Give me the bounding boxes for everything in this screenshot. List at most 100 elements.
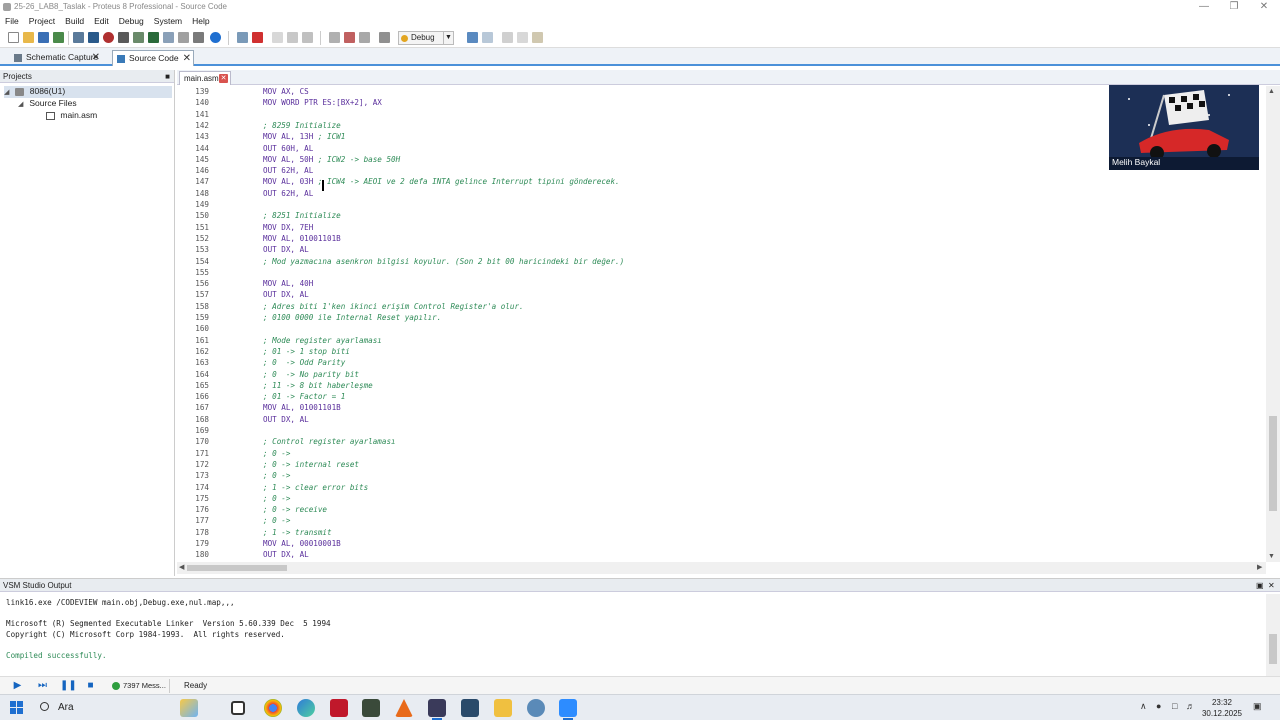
close-editor-tab-icon[interactable]: ✕: [219, 74, 228, 83]
menu-edit[interactable]: Edit: [89, 15, 114, 28]
tree-item-source-files[interactable]: ◢ Source Files: [18, 98, 77, 110]
build-config-select[interactable]: Debug ▼: [398, 31, 454, 45]
rebuild-icon[interactable]: [344, 32, 355, 43]
taskbar-search[interactable]: Ara: [38, 700, 178, 716]
menu-file[interactable]: File: [0, 15, 24, 28]
home-icon[interactable]: [73, 32, 84, 43]
menu-project[interactable]: Project: [24, 15, 60, 28]
snipping-icon[interactable]: [461, 699, 479, 717]
status-text: Ready: [184, 681, 208, 690]
close-tab-icon[interactable]: ✕: [183, 51, 191, 66]
code-comment: ; Mode register ayarlaması: [263, 335, 382, 345]
stop-icon[interactable]: ■: [84, 680, 97, 692]
editor-horizontal-scrollbar[interactable]: ◀ ▶: [177, 562, 1266, 574]
help-icon[interactable]: [210, 32, 221, 43]
clean-icon[interactable]: [359, 32, 370, 43]
zoom-icon[interactable]: [559, 699, 577, 720]
copy-disabled-icon[interactable]: [517, 32, 528, 43]
task-view-icon[interactable]: [231, 701, 245, 715]
paste-icon[interactable]: [302, 32, 313, 43]
menu-system[interactable]: System: [149, 15, 187, 28]
undo-icon[interactable]: [467, 32, 478, 43]
scroll-down-icon[interactable]: ▼: [1268, 553, 1275, 560]
open-folder-icon[interactable]: [23, 32, 34, 43]
windows-start-icon[interactable]: [10, 701, 23, 714]
app-blue-icon[interactable]: [527, 699, 545, 717]
restore-button[interactable]: ❐: [1218, 0, 1250, 15]
menu-build[interactable]: Build: [60, 15, 89, 28]
notes-icon[interactable]: [193, 32, 204, 43]
output-header: VSM Studio Output ▣ ✕: [0, 579, 1280, 592]
mic-icon[interactable]: ●: [1156, 701, 1161, 711]
copy-icon[interactable]: [272, 32, 283, 43]
tree-item-main-asm[interactable]: main.asm: [46, 110, 97, 121]
save-icon[interactable]: [38, 32, 49, 43]
menu-debug[interactable]: Debug: [114, 15, 149, 28]
play-icon[interactable]: ▶: [11, 680, 24, 692]
maximize-panel-icon[interactable]: ▣: [1256, 579, 1264, 592]
line-number: 176: [195, 505, 209, 515]
redo-icon[interactable]: [482, 32, 493, 43]
step-icon[interactable]: ⏭: [36, 680, 49, 692]
line-number: 146: [195, 166, 209, 176]
file-explorer-icon[interactable]: [494, 699, 512, 717]
winrar-icon[interactable]: [362, 699, 380, 717]
paste-disabled-icon[interactable]: [532, 32, 543, 43]
widgets-icon[interactable]: [180, 699, 198, 717]
pause-icon[interactable]: ❚❚: [60, 680, 77, 692]
gerber-icon[interactable]: [178, 32, 189, 43]
pin-icon[interactable]: ■: [165, 70, 170, 83]
projects-header: Projects ■: [0, 70, 174, 83]
close-panel-icon[interactable]: ✕: [1268, 579, 1275, 592]
save-all-icon[interactable]: [53, 32, 64, 43]
app-orange-icon[interactable]: [395, 699, 413, 717]
import-icon[interactable]: [237, 32, 248, 43]
source-code-tab-icon: [117, 55, 125, 63]
delete-icon[interactable]: [252, 32, 263, 43]
component-icon[interactable]: [88, 32, 99, 43]
scroll-left-icon[interactable]: ◀: [179, 562, 184, 574]
scroll-right-icon[interactable]: ▶: [1257, 562, 1262, 574]
chrome-icon[interactable]: [264, 699, 282, 717]
new-file-icon[interactable]: [8, 32, 19, 43]
output-scrollbar[interactable]: [1266, 594, 1280, 677]
rewind-icon[interactable]: [118, 32, 129, 43]
hscroll-thumb[interactable]: [187, 565, 287, 571]
bom-icon[interactable]: [163, 32, 174, 43]
volume-icon[interactable]: ♬: [1186, 701, 1195, 711]
code-text: MOV WORD PTR ES:[BX+2], AX: [263, 97, 382, 108]
tab-main-asm[interactable]: main.asm ✕: [179, 71, 231, 85]
scroll-thumb[interactable]: [1269, 416, 1277, 511]
settings-icon[interactable]: [379, 32, 390, 43]
proteus-taskbar-icon[interactable]: [428, 699, 446, 720]
tree-item-8086[interactable]: ◢ 8086(U1): [4, 86, 172, 98]
minimize-button[interactable]: —: [1188, 0, 1220, 15]
code-editor[interactable]: 139 MOV AX, CS 140 MOV WORD PTR ES:[BX+2], …: [177, 86, 1266, 562]
expand-arrow-icon[interactable]: ◢: [18, 99, 27, 110]
tab-source-code[interactable]: Source Code ✕: [112, 50, 194, 66]
messages-indicator[interactable]: 7397 Mess...: [110, 679, 170, 693]
copilot-icon[interactable]: [297, 699, 315, 717]
cut-disabled-icon[interactable]: [502, 32, 513, 43]
notification-icon[interactable]: ▣: [1253, 701, 1262, 712]
menu-help[interactable]: Help: [187, 15, 214, 28]
output-line: link16.exe /CODEVIEW main.obj,Debug.exe,…: [6, 598, 235, 607]
tray-chevron-icon[interactable]: ∧: [1140, 701, 1147, 712]
camera-icon[interactable]: □: [1172, 701, 1177, 711]
build-icon[interactable]: [329, 32, 340, 43]
expand-arrow-icon[interactable]: ◢: [4, 87, 13, 98]
tab-schematic-capture[interactable]: Schematic Capture ✕: [10, 50, 102, 66]
scroll-up-icon[interactable]: ▲: [1268, 88, 1275, 95]
close-window-button[interactable]: ✕: [1248, 0, 1280, 15]
close-tab-icon[interactable]: ✕: [92, 50, 100, 65]
app-red-icon[interactable]: [330, 699, 348, 717]
taskbar-clock[interactable]: 23:32 30.12.2025: [1200, 697, 1244, 719]
code-instruction: MOV AL, 01001101B: [263, 403, 341, 413]
output-scroll-thumb[interactable]: [1269, 634, 1277, 664]
record-icon[interactable]: [103, 32, 114, 43]
code-comment: ; 0 ->: [263, 516, 291, 526]
schematic-icon[interactable]: [133, 32, 144, 43]
pcb-icon[interactable]: [148, 32, 159, 43]
editor-vertical-scrollbar[interactable]: ▲ ▼: [1266, 86, 1280, 562]
cut-icon[interactable]: [287, 32, 298, 43]
